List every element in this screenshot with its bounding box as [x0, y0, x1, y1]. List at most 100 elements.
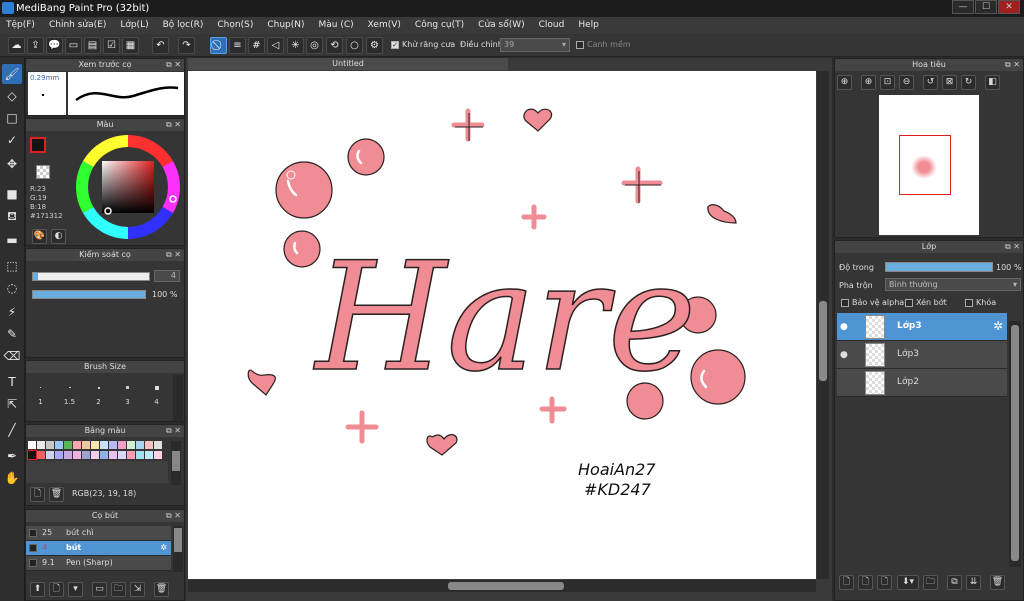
flip-icon[interactable]: ◧ [985, 75, 1000, 90]
palette-swatch[interactable] [73, 441, 81, 449]
open-folder-icon[interactable]: 🗀 [111, 582, 126, 597]
operation-tool-icon[interactable]: ⇱ [2, 394, 22, 414]
panel-close-icon[interactable]: ⧉ ✕ [166, 59, 181, 71]
palette-swatch[interactable] [118, 451, 126, 459]
alpha-protect-checkbox[interactable] [841, 298, 849, 307]
close-button[interactable]: ✕ [998, 0, 1020, 14]
cloud-icon[interactable]: ☁ [8, 37, 25, 54]
panel-close-icon[interactable]: ⧉ ✕ [166, 249, 181, 261]
checklist-icon[interactable]: ☑ [103, 37, 120, 54]
rect-select-tool-icon[interactable]: ⬚ [2, 256, 22, 276]
lock-checkbox[interactable] [965, 298, 973, 307]
curve-snap-icon[interactable]: ⟲ [326, 37, 343, 54]
menu-cloud[interactable]: Cloud [539, 17, 565, 34]
reset-view-icon[interactable]: ⊠ [942, 75, 957, 90]
palette-swatch[interactable] [109, 441, 117, 449]
brush-size-option[interactable]: 4 [142, 375, 171, 421]
settings-snap-icon[interactable]: ⚙ [366, 37, 383, 54]
new-8bit-layer-icon[interactable]: 🗋 [877, 575, 892, 590]
brush-menu-icon[interactable]: ▾ [68, 582, 83, 597]
panel-close-icon[interactable]: ⧉ ✕ [1005, 241, 1020, 253]
add-palette-color-icon[interactable]: 🗋 [30, 487, 45, 502]
add-brush-icon[interactable]: ⬆ [30, 582, 45, 597]
select-eraser-tool-icon[interactable]: ⌫ [2, 346, 22, 366]
gear-icon[interactable]: ✲ [160, 541, 167, 555]
delete-brush-icon[interactable]: 🗑 [154, 582, 169, 597]
minimize-button[interactable]: — [952, 0, 974, 14]
palette-swatch[interactable] [136, 451, 144, 459]
gradient-tool-icon[interactable]: ▬ [2, 230, 22, 250]
clipping-checkbox[interactable] [905, 298, 913, 307]
brush-tool-icon[interactable]: 🖌 [2, 64, 22, 84]
zoom-out-icon[interactable]: ⊖ [899, 75, 914, 90]
cross-snap-icon[interactable]: # [248, 37, 265, 54]
undo-icon[interactable]: ↶ [152, 37, 169, 54]
brush-size-scrollbar[interactable] [173, 375, 183, 421]
canvas-horizontal-scrollbar[interactable] [188, 580, 816, 592]
color-wheel[interactable] [74, 133, 182, 241]
brush-folder-icon[interactable]: ▭ [92, 582, 107, 597]
canvas-vertical-scrollbar[interactable] [817, 71, 829, 579]
delete-palette-color-icon[interactable]: 🗑 [49, 487, 64, 502]
antialias-checkbox[interactable]: ✓ [391, 40, 399, 49]
delete-layer-icon[interactable]: 🗑 [990, 575, 1005, 590]
message-icon[interactable]: ▭ [65, 37, 82, 54]
brush-list-scrollbar[interactable] [173, 526, 183, 572]
zoom-in-icon[interactable]: ⊕ [837, 75, 852, 90]
brush-size-slider[interactable] [32, 272, 150, 281]
zoom-in-small-icon[interactable]: ⊕ [861, 75, 876, 90]
palette-swatch[interactable] [100, 451, 108, 459]
color-mix-icon[interactable]: ◐ [51, 229, 66, 244]
secondary-color-swatch[interactable] [36, 165, 50, 179]
menu-snap[interactable]: Chụp(N) [267, 17, 304, 34]
brush-item[interactable]: 25 bút chì [26, 526, 171, 541]
layer-row[interactable]: ● Lớp3 [837, 341, 1007, 369]
palette-swatch[interactable] [91, 441, 99, 449]
maximize-button[interactable]: ☐ [975, 0, 997, 14]
redo-icon[interactable]: ↷ [178, 37, 195, 54]
vanishing-snap-icon[interactable]: ◁ [267, 37, 284, 54]
eye-icon[interactable]: ● [840, 322, 848, 332]
palette-swatch[interactable] [55, 441, 63, 449]
snap-off-icon[interactable]: ⃠ [210, 37, 227, 54]
move-tool-icon[interactable]: ✥ [2, 154, 22, 174]
copy-brush-icon[interactable]: 🗋 [49, 582, 64, 597]
panel-close-icon[interactable]: ⧉ ✕ [166, 425, 181, 437]
rectangle-tool-icon[interactable]: □ [2, 108, 22, 128]
bucket-tool-icon[interactable]: ⛾ [2, 206, 22, 226]
menu-help[interactable]: Help [578, 17, 599, 34]
panel-close-icon[interactable]: ⧉ ✕ [166, 119, 181, 131]
layer-row[interactable]: Lớp2 [837, 369, 1007, 397]
grid-panel-icon[interactable]: ▦ [122, 37, 139, 54]
menu-view[interactable]: Xem(V) [368, 17, 401, 34]
primary-color-swatch[interactable] [30, 137, 46, 153]
parallel-snap-icon[interactable]: ≡ [229, 37, 246, 54]
brush-export-icon[interactable]: ⇲ [130, 582, 145, 597]
brush-item[interactable]: 9.1 Pen (Sharp) [26, 556, 171, 571]
circle-snap-icon[interactable]: ○ [346, 37, 363, 54]
menu-filter[interactable]: Bộ lọc(R) [163, 17, 204, 34]
palette-swatch[interactable] [73, 451, 81, 459]
radial-snap-icon[interactable]: ✳ [287, 37, 304, 54]
layer-add-menu-icon[interactable]: ⬇▾ [897, 575, 919, 590]
palette-swatch[interactable] [64, 441, 72, 449]
hand-tool-icon[interactable]: ✋ [2, 468, 22, 488]
palette-swatch[interactable] [109, 451, 117, 459]
palette-swatch[interactable] [91, 451, 99, 459]
palette-swatch[interactable] [28, 441, 36, 449]
brush-size-option[interactable]: 3 [113, 375, 142, 421]
brush-size-option[interactable]: 1.5 [55, 375, 84, 421]
palette-swatch[interactable] [82, 451, 90, 459]
palette-swatch[interactable] [145, 451, 153, 459]
canvas-tab[interactable]: Untitled [188, 58, 508, 70]
palette-swatch[interactable] [82, 441, 90, 449]
menu-file[interactable]: Tệp(F) [6, 17, 35, 34]
palette-swatch[interactable] [127, 451, 135, 459]
menu-edit[interactable]: Chỉnh sửa(E) [49, 17, 106, 34]
new-layer-icon[interactable]: 🗋 [839, 575, 854, 590]
brush-opacity-slider[interactable] [32, 290, 146, 299]
palette-swatch[interactable] [55, 451, 63, 459]
fill-rect-tool-icon[interactable]: ■ [2, 184, 22, 204]
palette-swatch[interactable] [27, 450, 37, 460]
eraser-tool-icon[interactable]: ◇ [2, 86, 22, 106]
